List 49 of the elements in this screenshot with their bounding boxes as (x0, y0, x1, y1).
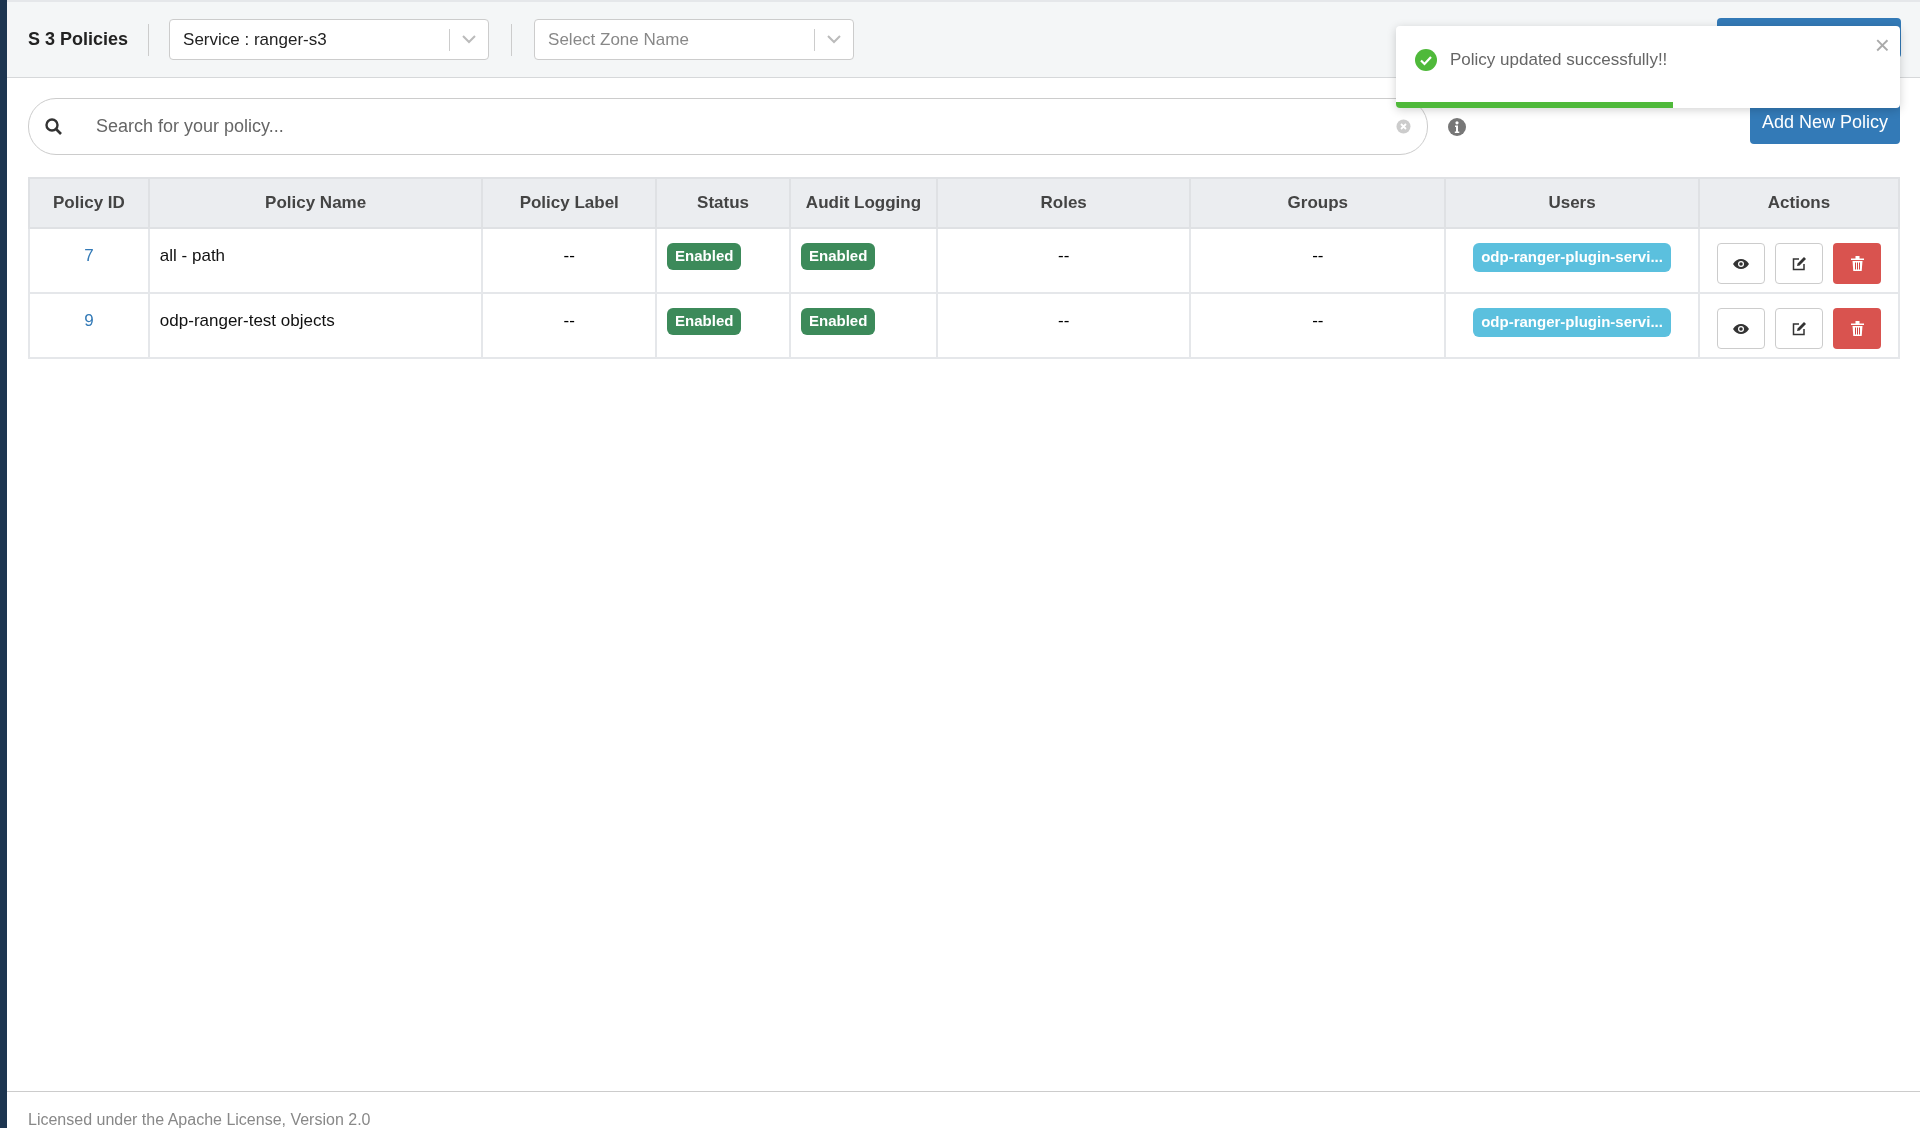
check-circle-icon (1415, 48, 1437, 71)
roles-value: -- (1058, 246, 1070, 265)
search-bar[interactable]: Search for your policy... (28, 98, 1428, 155)
user-badge: odp-ranger-plugin-servi... (1473, 308, 1671, 337)
trash-icon (1850, 321, 1864, 336)
policy-label: -- (563, 311, 575, 330)
groups-value: -- (1312, 311, 1324, 330)
page-title: S 3 Policies (28, 28, 129, 51)
audit-logging-badge: Enabled (801, 308, 876, 335)
groups-value: -- (1312, 246, 1324, 265)
edit-icon (1791, 320, 1807, 337)
status-badge: Enabled (667, 243, 742, 270)
view-button[interactable] (1717, 308, 1765, 349)
view-button[interactable] (1717, 243, 1765, 284)
column-header: Users (1548, 193, 1596, 213)
edit-icon (1791, 255, 1807, 272)
chevron-down-icon (827, 35, 842, 44)
policy-label: -- (563, 246, 575, 265)
eye-icon (1732, 257, 1750, 270)
service-select[interactable]: Service : ranger-s3 (169, 19, 490, 60)
column-header: Policy Name (265, 193, 367, 213)
column-header: Policy ID (53, 193, 125, 213)
delete-button[interactable] (1833, 308, 1881, 349)
column-header: Audit Logging (805, 193, 922, 213)
info-icon[interactable] (1448, 117, 1466, 136)
edit-button[interactable] (1775, 308, 1823, 349)
column-header: Policy Label (519, 193, 619, 213)
eye-icon (1732, 322, 1750, 335)
column-header: Groups (1287, 193, 1348, 213)
policy-id-link[interactable]: 7 (84, 246, 94, 265)
policy-name: odp-ranger-test objects (159, 311, 335, 330)
toast-message: Policy updated successfully!! (1450, 49, 1668, 71)
user-badge: odp-ranger-plugin-servi... (1473, 243, 1671, 272)
trash-icon (1850, 256, 1864, 271)
policy-id-link[interactable]: 9 (84, 311, 94, 330)
zone-select[interactable]: Select Zone Name (534, 19, 855, 60)
column-header: Actions (1767, 193, 1831, 213)
chevron-down-icon (462, 35, 477, 44)
audit-logging-badge: Enabled (801, 243, 876, 270)
search-icon (45, 118, 62, 135)
edit-button[interactable] (1775, 243, 1823, 284)
policy-name: all - path (159, 246, 226, 265)
footer-text: Licensed under the Apache License, Version 2.0 (28, 1111, 371, 1128)
delete-button[interactable] (1833, 243, 1881, 284)
column-header: Roles (1040, 193, 1087, 213)
roles-value: -- (1058, 311, 1070, 330)
column-header: Status (697, 193, 750, 213)
search-field[interactable]: Search for your policy... (96, 113, 1396, 140)
status-badge: Enabled (667, 308, 742, 335)
